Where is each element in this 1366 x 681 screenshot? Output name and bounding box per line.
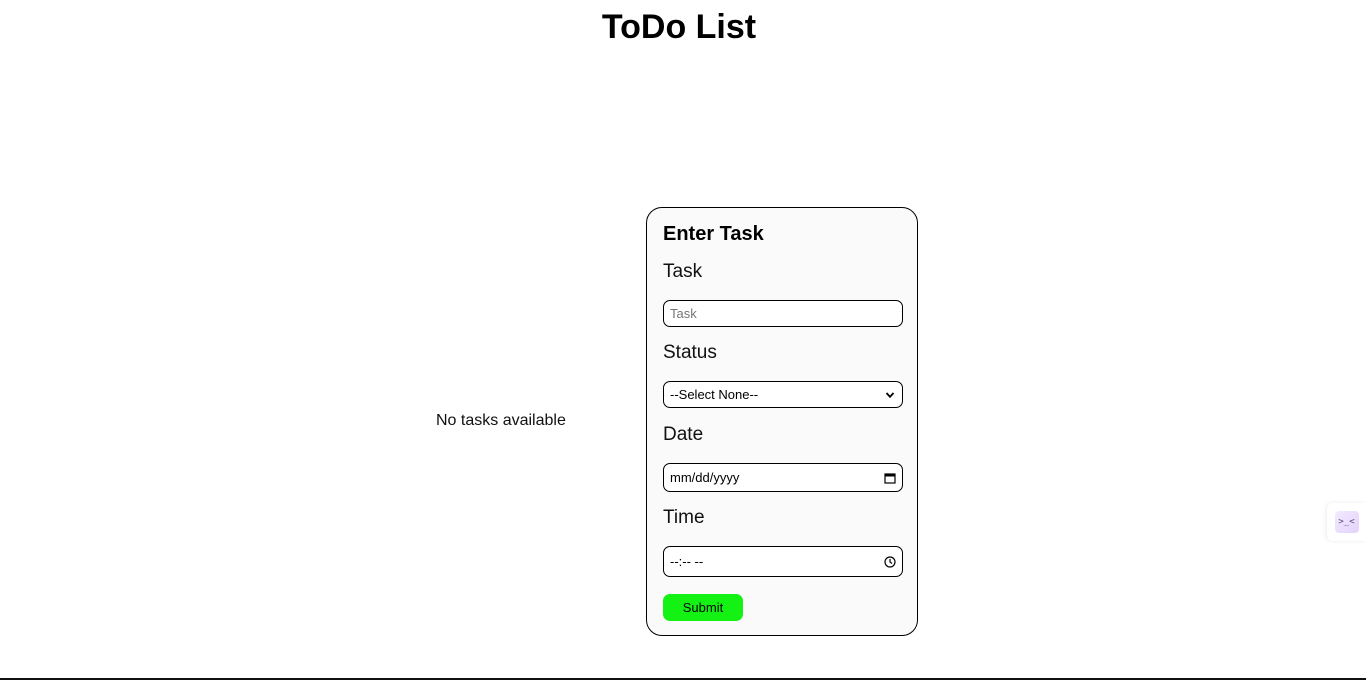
- side-extension-widget[interactable]: >_<: [1327, 503, 1366, 541]
- time-input-value: --:-- --: [670, 554, 704, 569]
- chevron-down-icon: [884, 389, 896, 401]
- page-title: ToDo List: [601, 8, 757, 46]
- status-label: Status: [663, 342, 717, 363]
- clock-icon[interactable]: [884, 555, 896, 568]
- date-input-value: mm/dd/yyyy: [670, 470, 740, 485]
- time-label: Time: [663, 507, 705, 528]
- status-select[interactable]: --Select None--: [663, 381, 903, 408]
- calendar-icon[interactable]: [884, 472, 896, 484]
- task-input-placeholder: Task: [670, 306, 697, 321]
- date-input[interactable]: mm/dd/yyyy: [663, 463, 903, 492]
- time-input[interactable]: --:-- --: [663, 546, 903, 577]
- task-label: Task: [663, 261, 703, 282]
- bottom-divider: [0, 678, 1366, 680]
- status-selected-value: --Select None--: [670, 387, 759, 402]
- form-heading: Enter Task: [663, 223, 764, 245]
- task-input[interactable]: Task: [663, 300, 903, 327]
- empty-tasks-message: No tasks available: [436, 412, 566, 429]
- widget-face-icon: >_<: [1334, 511, 1359, 533]
- task-form-card: Enter Task Task Task Status --Select Non…: [646, 207, 918, 636]
- submit-button[interactable]: Submit: [663, 594, 743, 621]
- date-label: Date: [663, 424, 704, 445]
- page: ToDo List No tasks available Enter Task …: [0, 0, 1366, 681]
